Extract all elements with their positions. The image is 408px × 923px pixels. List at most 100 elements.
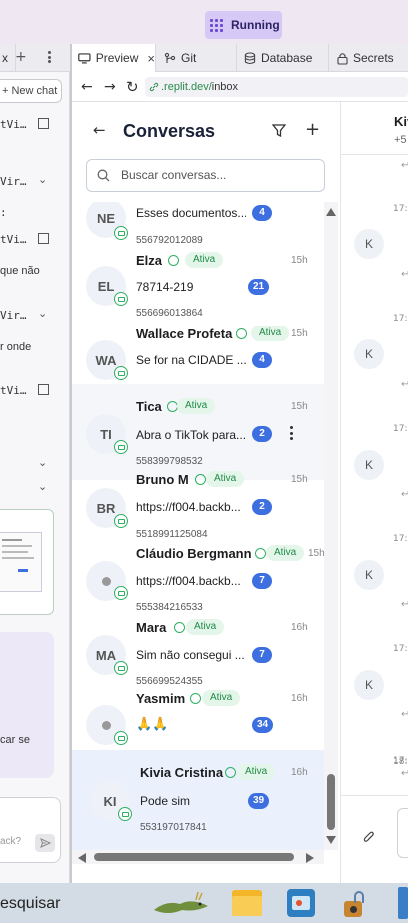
whatsapp-icon bbox=[114, 731, 128, 745]
replit-top-bar bbox=[0, 0, 408, 44]
left-tab-fragment[interactable]: x bbox=[0, 44, 16, 72]
screenshot-thumbnail[interactable] bbox=[0, 509, 54, 615]
database-icon bbox=[244, 51, 256, 64]
list-item[interactable]: Elza Ativa 15h EL 78714-219 21 556696013… bbox=[72, 252, 324, 336]
phone-number: 556792012089 bbox=[136, 235, 203, 246]
reply-icon[interactable]: ↩ bbox=[401, 489, 408, 500]
avatar: K bbox=[354, 339, 384, 369]
status-badge: Ativa bbox=[251, 326, 290, 341]
list-item[interactable]: Mara Ativa 16h MA Sim não consegui ... 7… bbox=[72, 618, 324, 700]
contact-name: Kiv bbox=[394, 114, 408, 129]
message-input[interactable] bbox=[397, 808, 408, 858]
reply-icon[interactable]: ↩ bbox=[401, 160, 408, 171]
whatsapp-icon bbox=[114, 366, 128, 380]
tab-secrets-label: Secrets bbox=[353, 51, 394, 65]
scroll-left-arrow-icon[interactable] bbox=[78, 853, 86, 863]
chevron-down-icon[interactable]: ⌄ bbox=[38, 307, 47, 320]
app-icon[interactable] bbox=[398, 887, 408, 919]
last-message: https://f004.backb... bbox=[136, 500, 241, 514]
status-badge: Ativa bbox=[206, 471, 245, 487]
chevron-down-icon[interactable]: ⌄ bbox=[38, 456, 47, 469]
send-button[interactable] bbox=[35, 834, 55, 852]
reply-icon[interactable]: ↩ bbox=[401, 599, 408, 610]
file-explorer-icon[interactable] bbox=[232, 890, 262, 916]
search-input[interactable]: Buscar conversas... bbox=[86, 159, 325, 192]
reply-icon[interactable]: ↩ bbox=[401, 269, 408, 280]
new-chat-label: New chat bbox=[11, 85, 58, 97]
left-text-line: r onde bbox=[0, 341, 32, 353]
list-item[interactable]: Tica Ativa 15h TI Abra o TikTok para... … bbox=[72, 384, 324, 480]
list-item[interactable]: Kivia Cristina Ativa 16h KI Pode sim 39 … bbox=[72, 750, 324, 850]
vertical-scrollbar[interactable] bbox=[324, 202, 338, 850]
list-item[interactable]: Yasmim Ativa 16h 🙏🙏 34 bbox=[72, 690, 324, 752]
scrollbar-thumb[interactable] bbox=[327, 774, 335, 830]
status-badge: Ativa bbox=[185, 252, 224, 268]
paperclip-icon[interactable] bbox=[363, 830, 375, 844]
left-text-line: Vir… bbox=[0, 309, 27, 322]
tab-preview[interactable]: Preview × bbox=[72, 44, 156, 72]
back-arrow-icon[interactable]: ← bbox=[81, 79, 93, 95]
more-vertical-icon[interactable] bbox=[48, 51, 52, 63]
forward-arrow-icon[interactable]: → bbox=[104, 79, 116, 95]
reply-icon[interactable]: ↩ bbox=[401, 709, 408, 720]
tab-secrets[interactable]: Secrets bbox=[329, 44, 408, 72]
scroll-right-arrow-icon[interactable] bbox=[306, 853, 314, 863]
verified-icon bbox=[174, 622, 185, 633]
reply-icon[interactable]: ↩ bbox=[401, 379, 408, 390]
chevron-down-icon[interactable]: ⌄ bbox=[38, 480, 47, 493]
verified-icon bbox=[190, 693, 201, 704]
whatsapp-icon bbox=[114, 514, 128, 528]
verified-icon bbox=[255, 548, 266, 559]
running-indicator[interactable]: Running bbox=[205, 11, 282, 39]
new-tab-plus-icon[interactable]: + bbox=[15, 49, 27, 65]
reply-icon[interactable]: ↩ bbox=[401, 768, 408, 779]
taskbar-search[interactable]: esquisar bbox=[0, 895, 60, 913]
horizontal-scrollbar[interactable] bbox=[72, 850, 324, 864]
url-field[interactable]: .replit.dev/inbox bbox=[145, 77, 408, 97]
contact-name: Yasmim bbox=[136, 691, 186, 706]
input-placeholder: ack? bbox=[0, 836, 22, 847]
avatar: K bbox=[354, 229, 384, 259]
scroll-down-arrow-icon[interactable] bbox=[326, 836, 336, 844]
agent-message-card: car se bbox=[0, 632, 54, 778]
filter-icon[interactable] bbox=[272, 124, 286, 137]
add-conversation-button[interactable]: + bbox=[305, 119, 320, 140]
last-message: 78714-219 bbox=[136, 280, 194, 294]
close-icon[interactable]: × bbox=[147, 51, 155, 66]
message-time: 17:3 bbox=[393, 534, 408, 544]
tab-git[interactable]: Git bbox=[156, 44, 237, 72]
unread-badge: 7 bbox=[252, 647, 272, 663]
timestamp: 15h bbox=[308, 548, 324, 559]
external-link-icon[interactable] bbox=[38, 384, 49, 395]
message-time: 18:5 bbox=[393, 757, 408, 767]
contact-name: Kivia Cristina bbox=[140, 765, 224, 780]
back-arrow-icon[interactable]: ← bbox=[93, 121, 106, 139]
url-path: inbox bbox=[211, 81, 239, 93]
verified-icon bbox=[236, 328, 247, 339]
external-link-icon[interactable] bbox=[38, 118, 49, 129]
verified-icon bbox=[195, 474, 206, 485]
list-item[interactable]: Bruno M Ativa 15h BR https://f004.backb.… bbox=[72, 470, 324, 550]
list-item[interactable]: NE Esses documentos... 4 556792012089 bbox=[72, 202, 324, 256]
phone-number: 555384216533 bbox=[136, 602, 203, 613]
phone-number: 556699524355 bbox=[136, 676, 203, 687]
scroll-up-arrow-icon[interactable] bbox=[326, 208, 336, 216]
photos-app-icon[interactable] bbox=[287, 889, 315, 917]
tab-database[interactable]: Database bbox=[237, 44, 329, 72]
chevron-down-icon[interactable]: ⌄ bbox=[38, 173, 47, 186]
message-time: 17:3 bbox=[393, 424, 408, 434]
scrollbar-thumb[interactable] bbox=[94, 853, 294, 861]
contact-name: Wallace Profeta bbox=[136, 326, 233, 341]
agent-input-box[interactable]: ack? bbox=[0, 797, 61, 863]
reload-icon[interactable]: ↻ bbox=[126, 78, 139, 96]
status-badge: Ativa bbox=[202, 690, 241, 706]
more-options-icon[interactable] bbox=[290, 426, 294, 440]
list-item[interactable]: Cláudio Bergmann Ativa 15h https://f004.… bbox=[72, 544, 324, 624]
status-badge: Ativa bbox=[266, 545, 305, 561]
new-chat-button[interactable]: + New chat bbox=[0, 79, 62, 103]
timestamp: 15h bbox=[291, 474, 308, 485]
whatsapp-icon bbox=[114, 226, 128, 240]
settings-app-icon[interactable] bbox=[342, 891, 368, 917]
external-link-icon[interactable] bbox=[38, 233, 49, 244]
list-item[interactable]: Wallace Profeta Ativa 15h WA Se for na C… bbox=[72, 326, 324, 386]
